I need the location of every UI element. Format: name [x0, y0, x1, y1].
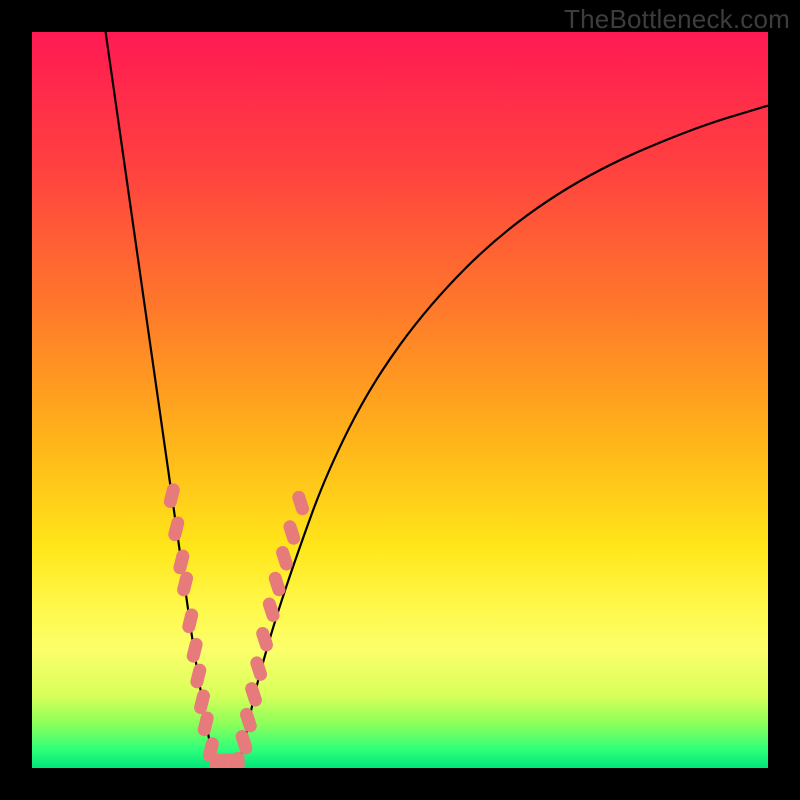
chart-frame: TheBottleneck.com	[0, 0, 800, 800]
data-marker	[232, 752, 245, 768]
plot-area	[32, 32, 768, 768]
chart-svg	[32, 32, 768, 768]
watermark-text: TheBottleneck.com	[564, 4, 790, 35]
